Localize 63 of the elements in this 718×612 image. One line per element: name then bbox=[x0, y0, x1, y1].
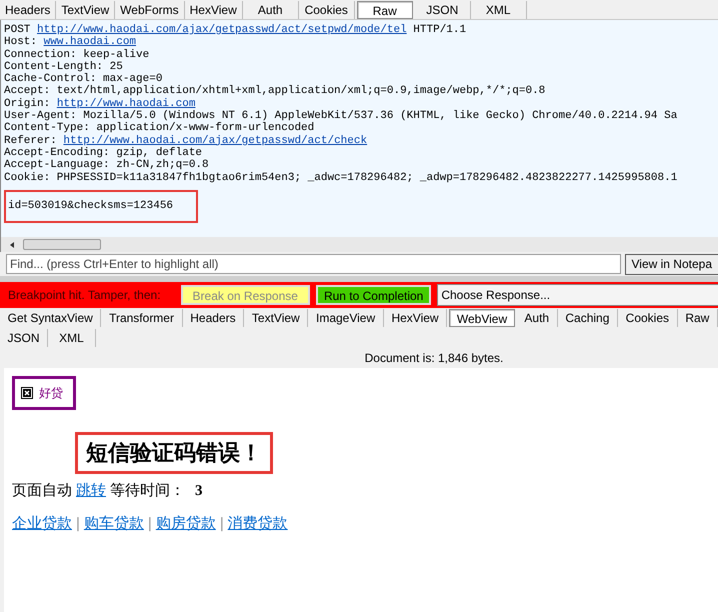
run-to-completion-button[interactable]: Run to Completion bbox=[316, 285, 432, 305]
breakpoint-message: Breakpoint hit. Tamper, then: bbox=[8, 287, 161, 304]
loan-link[interactable]: 购房贷款 bbox=[156, 512, 216, 535]
loan-link[interactable]: 企业贷款 bbox=[12, 512, 72, 535]
tab[interactable]: Raw bbox=[356, 1, 413, 19]
tab[interactable]: XML bbox=[470, 1, 527, 19]
tab[interactable]: TextView bbox=[244, 309, 308, 327]
url-link[interactable]: http://www.haodai.com/ajax/getpasswd/act/check bbox=[63, 134, 368, 147]
tab[interactable]: Auth bbox=[516, 309, 558, 327]
header-text: Host: bbox=[4, 36, 38, 49]
countdown: 3 bbox=[195, 482, 202, 501]
loan-link[interactable]: 消费贷款 bbox=[228, 512, 288, 535]
tab[interactable]: Headers bbox=[0, 1, 56, 19]
tab[interactable]: Headers bbox=[182, 309, 244, 327]
header-line: Cache-Control: max-age=0 bbox=[4, 73, 162, 86]
error-message: 短信验证码错误！ bbox=[75, 432, 273, 474]
view-in-notepad-button[interactable]: View in Notepa bbox=[624, 254, 718, 274]
tab[interactable]: ImageView bbox=[308, 309, 384, 327]
tab[interactable]: Get SyntaxView bbox=[0, 309, 102, 327]
tab[interactable]: HexView bbox=[184, 1, 243, 19]
loan-link[interactable]: 购车贷款 bbox=[84, 512, 144, 535]
url-link[interactable]: www.haodai.com bbox=[44, 36, 136, 49]
redirect-text: 页面自动 bbox=[12, 481, 72, 501]
separator: | bbox=[76, 514, 80, 534]
header-line: Connection: keep-alive bbox=[4, 48, 150, 61]
header-text: HTTP/1.1 bbox=[412, 24, 466, 36]
header-text: Referer: bbox=[4, 134, 58, 147]
request-body: id=503019&checksms=123456 bbox=[4, 190, 198, 223]
header-line: User-Agent: Mozilla/5.0 (Windows NT 6.1) AppleWebKit/537.36 (KHTML, like Gecko) Chrome/40.0.2214.94 Sa bbox=[4, 110, 678, 122]
url-link[interactable]: http://www.haodai.com/ajax/getpasswd/act/setpwd/mode/tel bbox=[37, 24, 407, 36]
logo-alt-text: 好贷 bbox=[39, 385, 63, 402]
tab[interactable]: Transformer bbox=[101, 309, 183, 327]
tab[interactable]: WebForms bbox=[115, 1, 185, 19]
separator: | bbox=[148, 514, 152, 534]
tab[interactable]: JSON bbox=[414, 1, 471, 19]
header-line: Accept-Encoding: gzip, deflate bbox=[4, 146, 202, 159]
header-text: POST bbox=[4, 24, 32, 36]
redirect-link[interactable]: 跳转 bbox=[76, 480, 106, 502]
separator: | bbox=[220, 514, 224, 534]
tab[interactable]: Caching bbox=[558, 309, 618, 327]
tab[interactable]: XML bbox=[48, 329, 96, 347]
horizontal-scrollbar[interactable] bbox=[0, 237, 718, 252]
tab[interactable]: JSON bbox=[0, 329, 48, 347]
header-text: Origin: bbox=[4, 98, 52, 110]
tab[interactable]: Auth bbox=[242, 1, 299, 19]
tab[interactable]: Cookies bbox=[618, 309, 678, 327]
tab[interactable]: HexView bbox=[384, 309, 448, 327]
tab[interactable]: Cookies bbox=[298, 1, 355, 19]
tab[interactable]: TextView bbox=[56, 1, 116, 19]
header-line: Content-Type: application/x-www-form-urlencoded bbox=[4, 122, 314, 135]
broken-image-icon bbox=[21, 387, 33, 399]
header-line: Accept: text/html,application/xhtml+xml,application/xml;q=0.9,image/webp,*/*;q=0.8 bbox=[4, 85, 546, 98]
url-link[interactable]: http://www.haodai.com bbox=[56, 98, 196, 110]
document-size-text: Document is: 1,846 bytes. bbox=[364, 350, 504, 367]
wait-label: 等待时间： bbox=[110, 481, 185, 501]
tab[interactable]: Raw bbox=[678, 309, 718, 327]
tab[interactable]: WebView bbox=[449, 309, 515, 327]
scrollbar-thumb[interactable] bbox=[23, 239, 101, 250]
header-line: Cookie: PHPSESSID=k11a31847fh1bgtao6rim54en3; _adwc=178296482; _adwp=178296482.4823822277.1425995808.1 bbox=[4, 172, 678, 184]
header-line: Accept-Language: zh-CN,zh;q=0.8 bbox=[4, 159, 209, 172]
header-line: Content-Length: 25 bbox=[4, 60, 123, 73]
choose-response-dropdown[interactable]: Choose Response... bbox=[437, 284, 718, 306]
find-field[interactable]: Find... (press Ctrl+Enter to highlight all) bbox=[6, 254, 620, 274]
